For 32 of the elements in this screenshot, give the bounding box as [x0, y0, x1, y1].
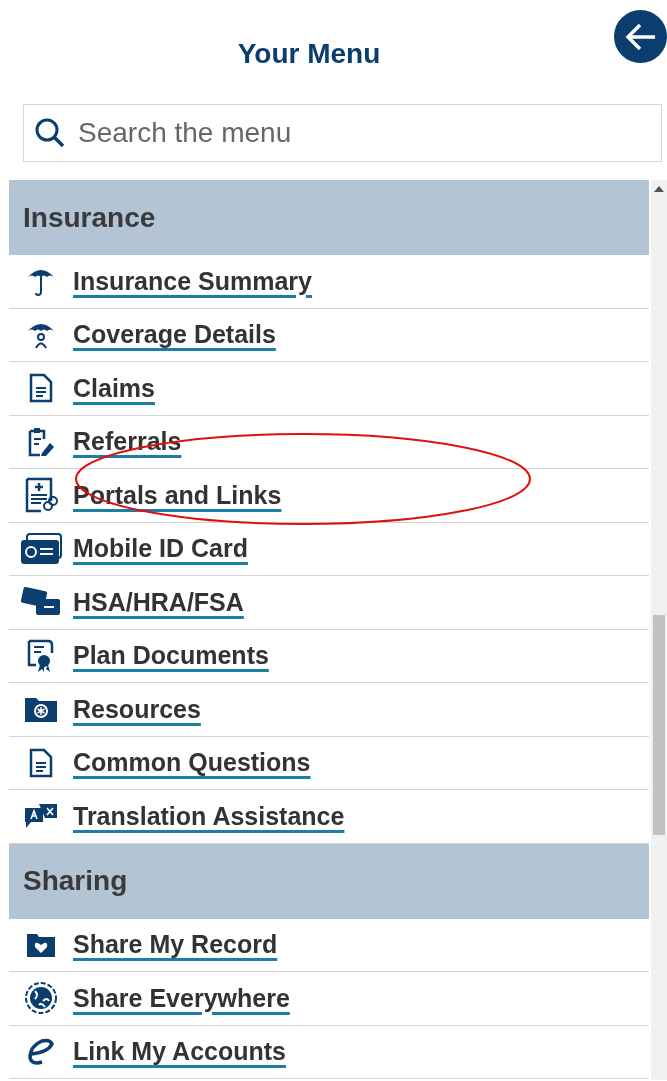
menu-link[interactable]: Link My Accounts [73, 1033, 286, 1071]
menu-link[interactable]: Plan Documents [73, 637, 269, 675]
scrollbar-thumb[interactable] [653, 615, 665, 835]
folder-icon [24, 695, 58, 724]
menu-link[interactable]: Common Questions [73, 744, 311, 782]
certificate-icon [26, 638, 56, 673]
clipboard-pencil-icon [26, 426, 56, 457]
section-header: Sharing [9, 843, 649, 919]
menu-link[interactable]: Referrals [73, 423, 182, 461]
globe-icon [23, 981, 59, 1016]
menu-link[interactable]: Coverage Details [73, 316, 276, 354]
document-icon [28, 373, 54, 404]
search-icon [34, 117, 66, 149]
menu-link[interactable]: Mobile ID Card [73, 530, 248, 568]
search-field[interactable]: Search the menu [23, 104, 662, 162]
cards-icon [20, 587, 62, 618]
menu-title: Your Menu [236, 37, 382, 71]
menu-link[interactable]: Translation Assistance [73, 797, 345, 835]
document-icon [28, 747, 54, 778]
scroll-up-icon[interactable] [654, 186, 664, 192]
section-header: Insurance [9, 180, 649, 255]
menu-link[interactable]: Share Everywhere [73, 979, 290, 1017]
menu-link[interactable]: Claims [73, 369, 155, 407]
menu-link[interactable]: HSA/HRA/FSA [73, 583, 244, 621]
menu-link[interactable]: Share My Record [73, 926, 278, 964]
back-arrow-icon [624, 21, 657, 52]
back-button[interactable] [614, 10, 667, 63]
folder-heart-icon [26, 931, 56, 958]
menu-link[interactable]: Resources [73, 690, 201, 728]
e-letter-icon [26, 1037, 56, 1066]
id-card-icon [19, 531, 63, 566]
menu-link[interactable]: Insurance Summary [73, 262, 312, 300]
